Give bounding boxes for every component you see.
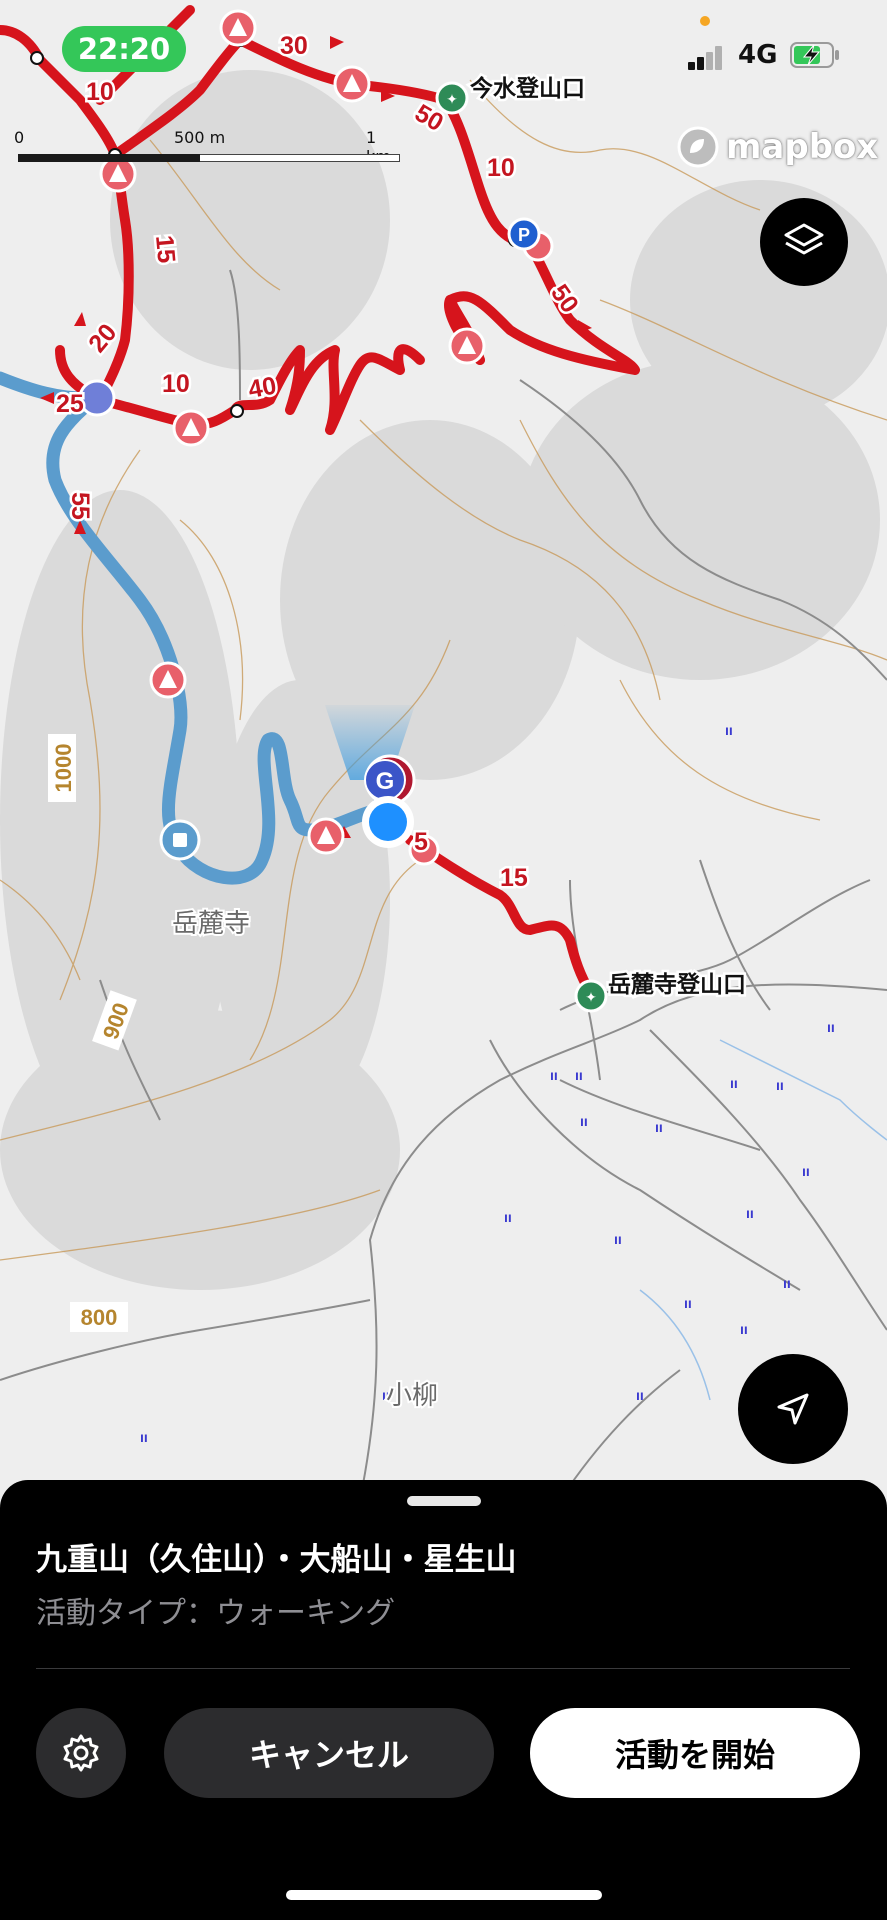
svg-text:ıı: ıı xyxy=(827,1019,835,1035)
mapbox-logo[interactable]: mapbox xyxy=(676,124,878,170)
activity-type: 活動タイプ：ウォーキング xyxy=(36,1596,396,1631)
locate-button[interactable] xyxy=(738,1354,848,1464)
home-indicator[interactable] xyxy=(286,1890,602,1900)
svg-text:ıı: ıı xyxy=(504,1209,512,1225)
segment-time-label: 40 xyxy=(246,372,278,404)
battery-charging-icon xyxy=(790,42,839,68)
svg-text:ıı: ıı xyxy=(684,1295,692,1311)
clock-time: 22:20 xyxy=(77,32,171,66)
place-label-gakurokuji: 岳麓寺 xyxy=(172,908,250,938)
status-bar: 22:20 4G xyxy=(0,0,887,100)
segment-time-label: 10 xyxy=(487,154,515,182)
svg-text:ıı: ıı xyxy=(730,1075,738,1091)
elevation-label: 800 xyxy=(81,1305,118,1330)
scale-label-zero: 0 xyxy=(14,128,25,147)
warning-icon[interactable] xyxy=(149,661,187,699)
gear-icon xyxy=(63,1734,99,1772)
place-label-koyanagi: 小柳 xyxy=(386,1380,438,1410)
cancel-button[interactable]: キャンセル xyxy=(164,1708,494,1798)
place-label-gakurokuji-trailhead: 岳麓寺登山口 xyxy=(608,971,746,997)
svg-text:G: G xyxy=(376,768,395,795)
time-pill: 22:20 xyxy=(62,26,186,72)
svg-text:ıı: ıı xyxy=(140,1429,148,1445)
svg-text:ıı: ıı xyxy=(776,1077,784,1093)
network-type: 4G xyxy=(738,40,778,70)
location-dot-icon xyxy=(362,796,414,848)
svg-text:ıı: ıı xyxy=(655,1119,663,1135)
elevation-label: 1000 xyxy=(51,744,76,793)
start-activity-button[interactable]: 活動を開始 xyxy=(530,1708,860,1798)
segment-time-label: 55 xyxy=(66,492,94,520)
layers-icon xyxy=(784,223,824,255)
warning-icon[interactable] xyxy=(172,409,210,447)
signal-strength-icon xyxy=(688,42,728,70)
scale-bar: 0 500 m 1 km xyxy=(14,128,400,168)
settings-button[interactable] xyxy=(36,1708,126,1798)
layers-button[interactable] xyxy=(760,198,848,286)
route-title: 九重山（久住山）・大船山・星生山 xyxy=(36,1542,517,1578)
segment-time-label: 25 xyxy=(56,390,84,418)
svg-text:ıı: ıı xyxy=(783,1275,791,1291)
mapbox-logo-icon xyxy=(677,126,719,168)
trailhead-hiker-icon[interactable]: ✦ xyxy=(574,979,608,1013)
privacy-indicator-dot xyxy=(700,16,710,26)
junction-marker[interactable] xyxy=(78,379,116,417)
svg-text:ıı: ıı xyxy=(725,722,733,738)
svg-text:ıı: ıı xyxy=(550,1067,558,1083)
svg-text:ıı: ıı xyxy=(575,1067,583,1083)
divider xyxy=(36,1668,850,1669)
svg-text:ıı: ıı xyxy=(614,1231,622,1247)
route-bottom-sheet: 九重山（久住山）・大船山・星生山 活動タイプ：ウォーキング キャンセル 活動を開… xyxy=(0,1480,887,1920)
scale-label-mid: 500 m xyxy=(174,128,226,147)
segment-time-label: 15 xyxy=(500,864,528,892)
mapbox-logo-text: mapbox xyxy=(726,127,879,167)
warning-icon[interactable] xyxy=(448,327,486,365)
svg-text:ıı: ıı xyxy=(580,1113,588,1129)
stop-marker[interactable] xyxy=(159,819,201,861)
svg-text:ıı: ıı xyxy=(636,1387,644,1403)
sheet-grabber[interactable] xyxy=(407,1496,481,1506)
svg-text:✦: ✦ xyxy=(585,990,597,1006)
svg-text:ıı: ıı xyxy=(802,1163,810,1179)
map[interactable]: ıııııı ıııııı ıııııı ıııııı ıııııı ııııı… xyxy=(0,0,887,1500)
svg-text:ıı: ıı xyxy=(740,1321,748,1337)
svg-text:ıı: ıı xyxy=(746,1205,754,1221)
parking-icon[interactable]: P xyxy=(507,217,541,251)
segment-time-label: 15 xyxy=(150,234,180,264)
location-arrow-icon xyxy=(777,1393,809,1425)
svg-text:P: P xyxy=(518,225,530,245)
warning-icon[interactable] xyxy=(307,817,345,855)
segment-time-label: 5 xyxy=(414,828,428,856)
